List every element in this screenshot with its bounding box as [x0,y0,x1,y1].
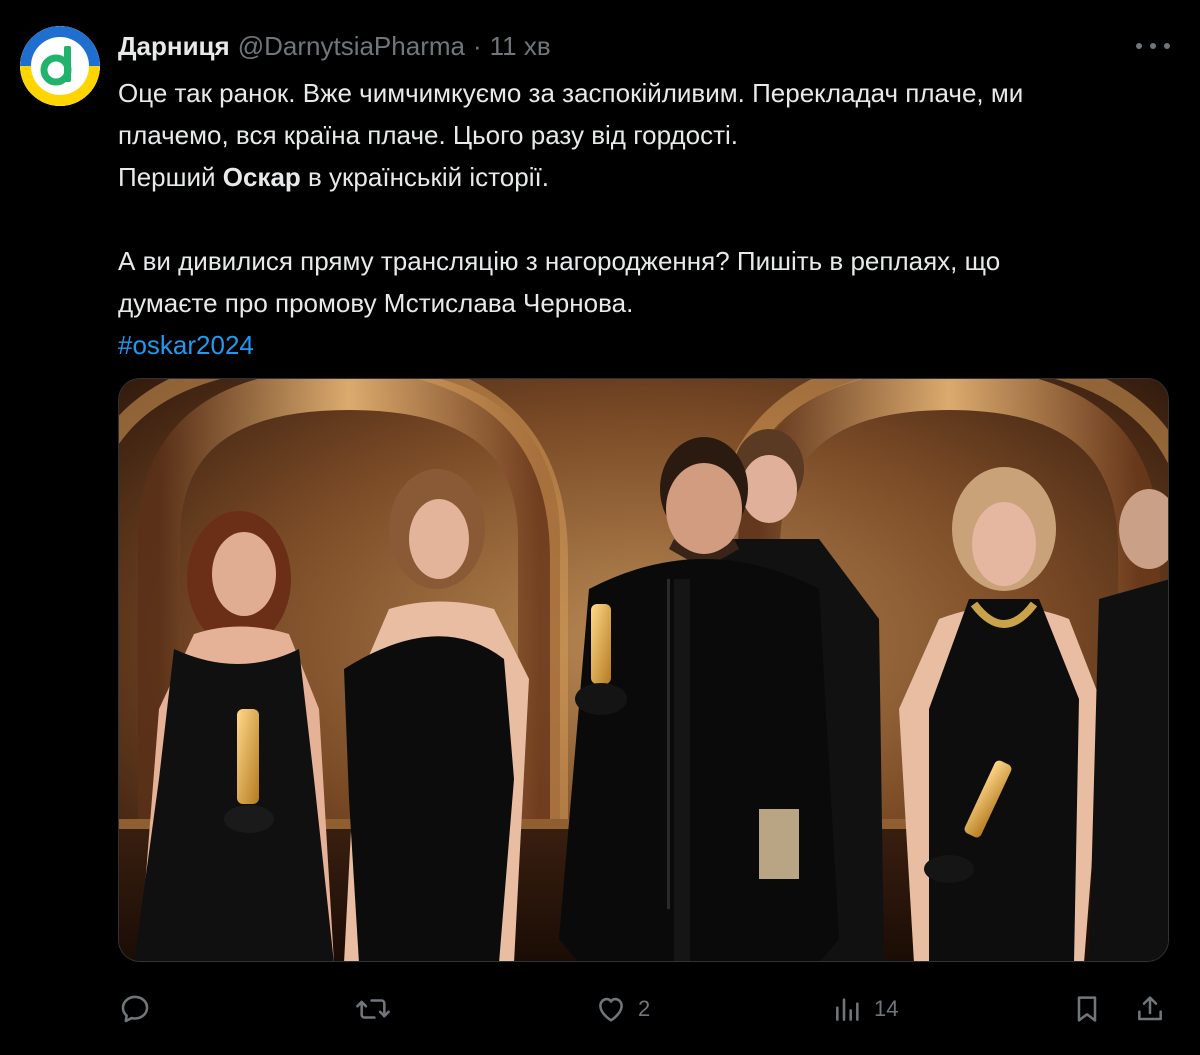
action-bar: 2 14 [0,985,1200,1035]
repost-button[interactable] [354,991,402,1027]
share-icon [1138,996,1162,1021]
heart-icon [599,997,623,1022]
author-handle[interactable]: @DarnytsiaPharma [238,31,465,61]
text-line: А ви дивилися пряму трансляцію з нагород… [118,246,1001,276]
views-button[interactable]: 14 [832,991,898,1027]
repost-icon [356,999,390,1019]
bookmark-icon [1077,996,1097,1022]
tweet-header: Дарниця @DarnytsiaPharma · 11 хв [118,31,551,61]
like-button[interactable]: 2 [594,991,650,1027]
text-line: Перший Оскар в українській історії. [118,162,549,192]
tweet[interactable]: Дарниця @DarnytsiaPharma · 11 хв Оце так… [0,0,1200,1055]
darnytsia-logo-icon [20,26,100,106]
author-name[interactable]: Дарниця [118,31,230,61]
bold-word: Оскар [222,162,301,192]
tweet-photo[interactable] [118,378,1169,962]
tweet-text: Оце так ранок. Вже чимчимкуємо за заспок… [118,72,1178,366]
views-count: 14 [874,996,899,1021]
photo-oscars-stage [119,379,1168,961]
bookmark-button[interactable] [1071,991,1103,1027]
like-count: 2 [638,996,651,1021]
share-button[interactable] [1134,991,1166,1027]
views-icon [836,998,859,1021]
separator-dot: · [472,31,482,61]
text-line: плачемо, вся країна плаче. Цього разу ві… [118,120,738,150]
reply-button[interactable] [118,991,162,1027]
more-options-icon[interactable] [1136,34,1170,58]
hashtag-link[interactable]: #oskar2024 [118,330,254,360]
text-line: Оце так ранок. Вже чимчимкуємо за заспок… [118,78,1024,108]
text-line: думаєте про промову Мстислава Чернова. [118,288,634,318]
avatar[interactable] [20,26,100,106]
reply-icon [121,995,149,1023]
post-time[interactable]: 11 хв [490,31,551,61]
